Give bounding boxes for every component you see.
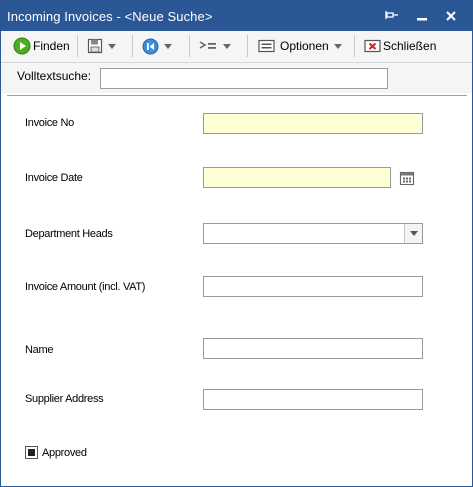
invoice-date-label: Invoice Date	[25, 172, 83, 184]
invoice-amount-field[interactable]	[203, 276, 423, 297]
supplier-address-label: Supplier Address	[25, 393, 104, 405]
invoice-no-field[interactable]	[203, 113, 423, 134]
calendar-icon[interactable]	[399, 170, 415, 186]
divider	[7, 95, 467, 96]
invoice-date-field[interactable]	[203, 167, 391, 188]
options-dropdown-button[interactable]: Optionen	[258, 35, 342, 57]
toolbar-separator	[132, 35, 133, 57]
invoice-amount-label: Invoice Amount (incl. VAT)	[25, 281, 146, 293]
close-form-icon	[364, 39, 381, 53]
greater-equal-icon	[199, 41, 216, 49]
toolbar-separator	[77, 35, 78, 57]
close-button[interactable]: Schließen	[364, 35, 436, 57]
close-label: Schließen	[383, 39, 437, 53]
chevron-down-icon[interactable]	[404, 224, 422, 243]
find-button[interactable]: Finden	[13, 35, 70, 57]
window-title: Incoming Invoices - <Neue Suche>	[7, 9, 213, 24]
condition-dropdown-button[interactable]	[198, 35, 231, 57]
chevron-down-icon	[333, 43, 342, 49]
options-label: Optionen	[280, 39, 329, 53]
name-label: Name	[25, 344, 54, 356]
minimize-icon[interactable]	[409, 1, 435, 31]
invoice-no-label: Invoice No	[25, 117, 74, 129]
chevron-down-icon	[223, 43, 231, 49]
find-label: Finden	[33, 39, 70, 53]
chevron-down-icon	[108, 43, 116, 49]
play-icon	[13, 37, 31, 55]
department-heads-label: Department Heads	[25, 228, 113, 240]
fulltext-search-bar: Volltextsuche:	[1, 63, 472, 93]
department-heads-select[interactable]	[203, 223, 423, 244]
approved-checkbox[interactable]	[25, 446, 38, 459]
window-options-icon	[258, 39, 275, 53]
search-window: Incoming Invoices - <Neue Suche> Finden	[0, 0, 473, 487]
toolbar-separator	[247, 35, 248, 57]
name-field[interactable]	[203, 338, 423, 359]
fulltext-search-label: Volltextsuche:	[17, 69, 92, 83]
skip-back-icon	[142, 38, 159, 54]
toolbar-separator	[189, 35, 190, 57]
save-dropdown-button[interactable]	[87, 35, 116, 57]
toolbar-separator	[354, 35, 355, 57]
first-record-dropdown-button[interactable]	[142, 35, 172, 57]
pin-icon[interactable]	[379, 1, 405, 31]
chevron-down-icon	[164, 43, 172, 49]
close-window-icon[interactable]	[438, 1, 464, 31]
approved-label: Approved	[42, 447, 87, 459]
save-icon	[87, 38, 103, 54]
supplier-address-field[interactable]	[203, 389, 423, 410]
title-bar[interactable]: Incoming Invoices - <Neue Suche>	[1, 1, 472, 31]
toolbar: Finden Optionen Schließen	[1, 31, 472, 63]
indeterminate-mark	[28, 449, 35, 456]
fulltext-search-input[interactable]	[100, 68, 388, 89]
